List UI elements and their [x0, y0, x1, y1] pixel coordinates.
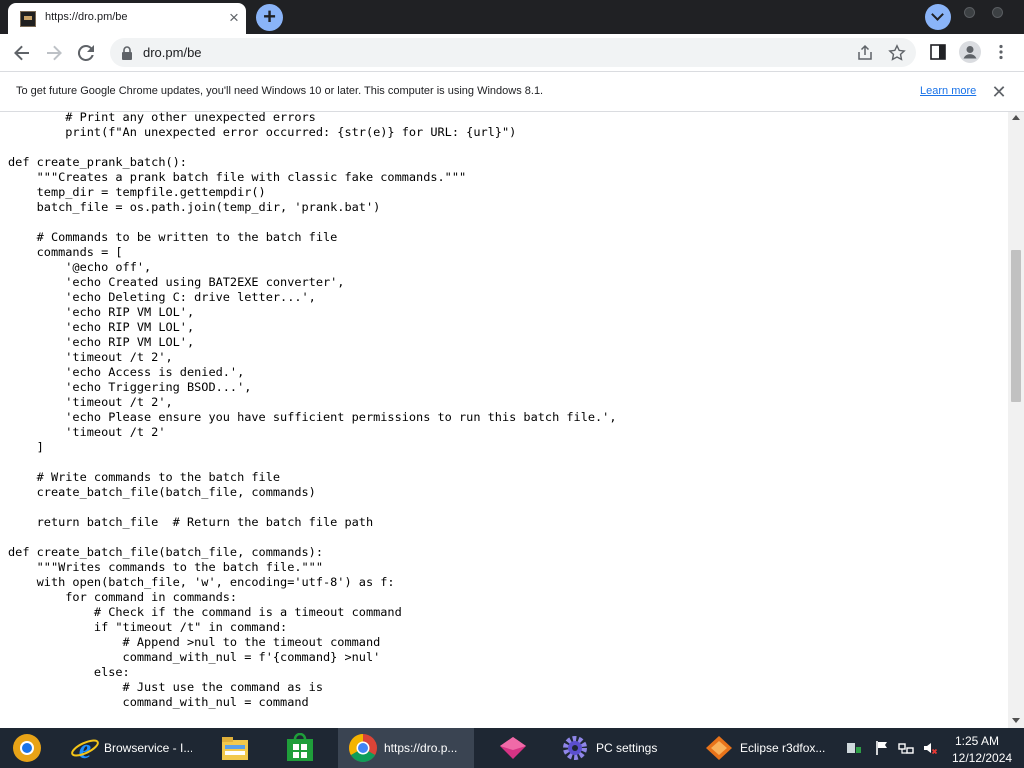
reload-button[interactable] — [74, 41, 98, 65]
page-content: # Print any other unexpected errors prin… — [0, 112, 1008, 728]
code-line: """Writes commands to the batch file.""" — [8, 560, 323, 574]
code-line: batch_file = os.path.join(temp_dir, 'pra… — [8, 200, 381, 214]
code-line: 'timeout /t 2', — [8, 350, 173, 364]
chrome-icon — [349, 734, 377, 762]
taskbar-item-chrome-canary[interactable] — [0, 728, 58, 768]
internet-explorer-icon: e — [71, 734, 99, 763]
tab-title: https://dro.pm/be — [45, 11, 128, 23]
taskbar-item-label: https://dro.p... — [384, 741, 458, 755]
code-line: create_batch_file(batch_file, commands) — [8, 485, 316, 499]
code-line: command_with_nul = f'{command} >nul' — [8, 650, 381, 664]
code-line: 'timeout /t 2', — [8, 395, 173, 409]
code-line: # Print any other unexpected errors — [8, 112, 316, 124]
code-line: commands = [ — [8, 245, 123, 259]
taskbar-item-browservice[interactable]: e Browservice - I... — [62, 728, 194, 768]
browser-toolbar: dro.pm/be — [0, 34, 1024, 71]
lock-icon[interactable] — [121, 46, 133, 65]
forward-button[interactable] — [42, 41, 66, 65]
code-line: print(f"An unexpected error occurred: {s… — [8, 125, 517, 139]
profile-avatar-icon[interactable] — [959, 41, 981, 63]
scroll-down-arrow-icon[interactable] — [1012, 718, 1020, 723]
code-line: return batch_file # Return the batch fil… — [8, 515, 374, 529]
update-info-bar: To get future Google Chrome updates, you… — [0, 71, 1024, 112]
code-line: else: — [8, 665, 130, 679]
menu-kebab-icon[interactable] — [992, 43, 1010, 61]
code-line: 'echo Deleting C: drive letter...', — [8, 290, 316, 304]
taskbar-item-chrome[interactable]: https://dro.p... — [338, 728, 474, 768]
share-icon[interactable] — [856, 44, 874, 62]
browser-tab[interactable]: https://dro.pm/be × — [8, 3, 246, 34]
reload-icon — [77, 44, 94, 61]
address-url[interactable]: dro.pm/be — [143, 45, 202, 60]
tab-search-button[interactable] — [925, 4, 951, 30]
code-line: 'echo Triggering BSOD...', — [8, 380, 252, 394]
code-line: def create_prank_batch(): — [8, 155, 187, 169]
taskbar-item-file-explorer[interactable] — [208, 728, 262, 768]
chrome-canary-icon — [13, 734, 41, 762]
taskbar-item-label: Eclipse r3dfox... — [740, 741, 826, 755]
app-icon — [500, 737, 526, 759]
scroll-up-arrow-icon[interactable] — [1012, 115, 1020, 120]
svg-text:e: e — [79, 734, 91, 763]
taskbar-item-label: PC settings — [596, 741, 658, 755]
back-button[interactable] — [10, 41, 34, 65]
taskbar-item-label: Browservice - I... — [104, 741, 192, 755]
taskbar-item-eclipse-r3dfox[interactable]: Eclipse r3dfox... — [696, 728, 830, 768]
windows-store-icon — [287, 733, 313, 761]
new-tab-button[interactable]: + — [256, 4, 283, 31]
bookmark-star-icon[interactable] — [888, 44, 906, 62]
code-line: def create_batch_file(batch_file, comman… — [8, 545, 323, 559]
side-panel-icon[interactable] — [929, 43, 947, 61]
gear-icon — [563, 736, 587, 760]
r3dfox-icon — [706, 736, 732, 760]
code-line: with open(batch_file, 'w', encoding='utf… — [8, 575, 395, 589]
code-line: # Commands to be written to the batch fi… — [8, 230, 338, 244]
code-line: # Write commands to the batch file — [8, 470, 281, 484]
scrollbar-thumb[interactable] — [1011, 250, 1021, 402]
flag-icon[interactable] — [874, 740, 890, 756]
forward-arrow-icon — [47, 45, 62, 61]
code-line: 'echo RIP VM LOL', — [8, 335, 195, 349]
back-arrow-icon — [14, 45, 29, 61]
tab-close-icon[interactable]: × — [225, 9, 243, 27]
clock-date[interactable]: 12/12/2024 — [952, 751, 1012, 765]
taskbar-item-store[interactable] — [270, 728, 330, 768]
info-bar-message: To get future Google Chrome updates, you… — [16, 85, 544, 97]
code-line: 'echo RIP VM LOL', — [8, 320, 195, 334]
code-line: command_with_nul = command — [8, 695, 309, 709]
learn-more-link[interactable]: Learn more — [920, 85, 976, 97]
code-line: ] — [8, 440, 44, 454]
taskbar-item-app[interactable] — [488, 728, 542, 768]
minimize-button[interactable] — [964, 7, 975, 18]
taskbar-item-pc-settings[interactable]: PC settings — [552, 728, 686, 768]
code-line: 'echo Access is denied.', — [8, 365, 245, 379]
code-line: '@echo off', — [8, 260, 152, 274]
code-line: 'echo Please ensure you have sufficient … — [8, 410, 617, 424]
code-line: 'echo Created using BAT2EXE converter', — [8, 275, 345, 289]
close-window-button[interactable] — [992, 7, 1003, 18]
code-line: for command in commands: — [8, 590, 238, 604]
site-favicon-icon — [20, 11, 36, 27]
volume-muted-icon[interactable] — [922, 740, 938, 756]
vertical-scrollbar[interactable] — [1008, 112, 1024, 728]
clock-time[interactable]: 1:25 AM — [955, 734, 999, 748]
code-line: temp_dir = tempfile.gettempdir() — [8, 185, 266, 199]
code-line: if "timeout /t" in command: — [8, 620, 288, 634]
tab-strip: https://dro.pm/be × + — [0, 0, 1024, 34]
code-line: """Creates a prank batch file with class… — [8, 170, 467, 184]
code-text: # Print any other unexpected errors prin… — [8, 112, 617, 710]
code-line: 'timeout /t 2' — [8, 425, 166, 439]
info-bar-close-icon[interactable]: ✕ — [990, 83, 1008, 101]
code-line: # Just use the command as is — [8, 680, 323, 694]
file-explorer-icon — [222, 737, 248, 760]
code-line: 'echo RIP VM LOL', — [8, 305, 195, 319]
address-bar[interactable]: dro.pm/be — [110, 38, 916, 67]
windows-taskbar: e Browservice - I... https://dro.p... PC… — [0, 728, 1024, 768]
code-line: # Append >nul to the timeout command — [8, 635, 381, 649]
network-icon[interactable] — [898, 740, 914, 756]
code-line: # Check if the command is a timeout comm… — [8, 605, 402, 619]
network-shield-icon[interactable] — [846, 740, 862, 756]
